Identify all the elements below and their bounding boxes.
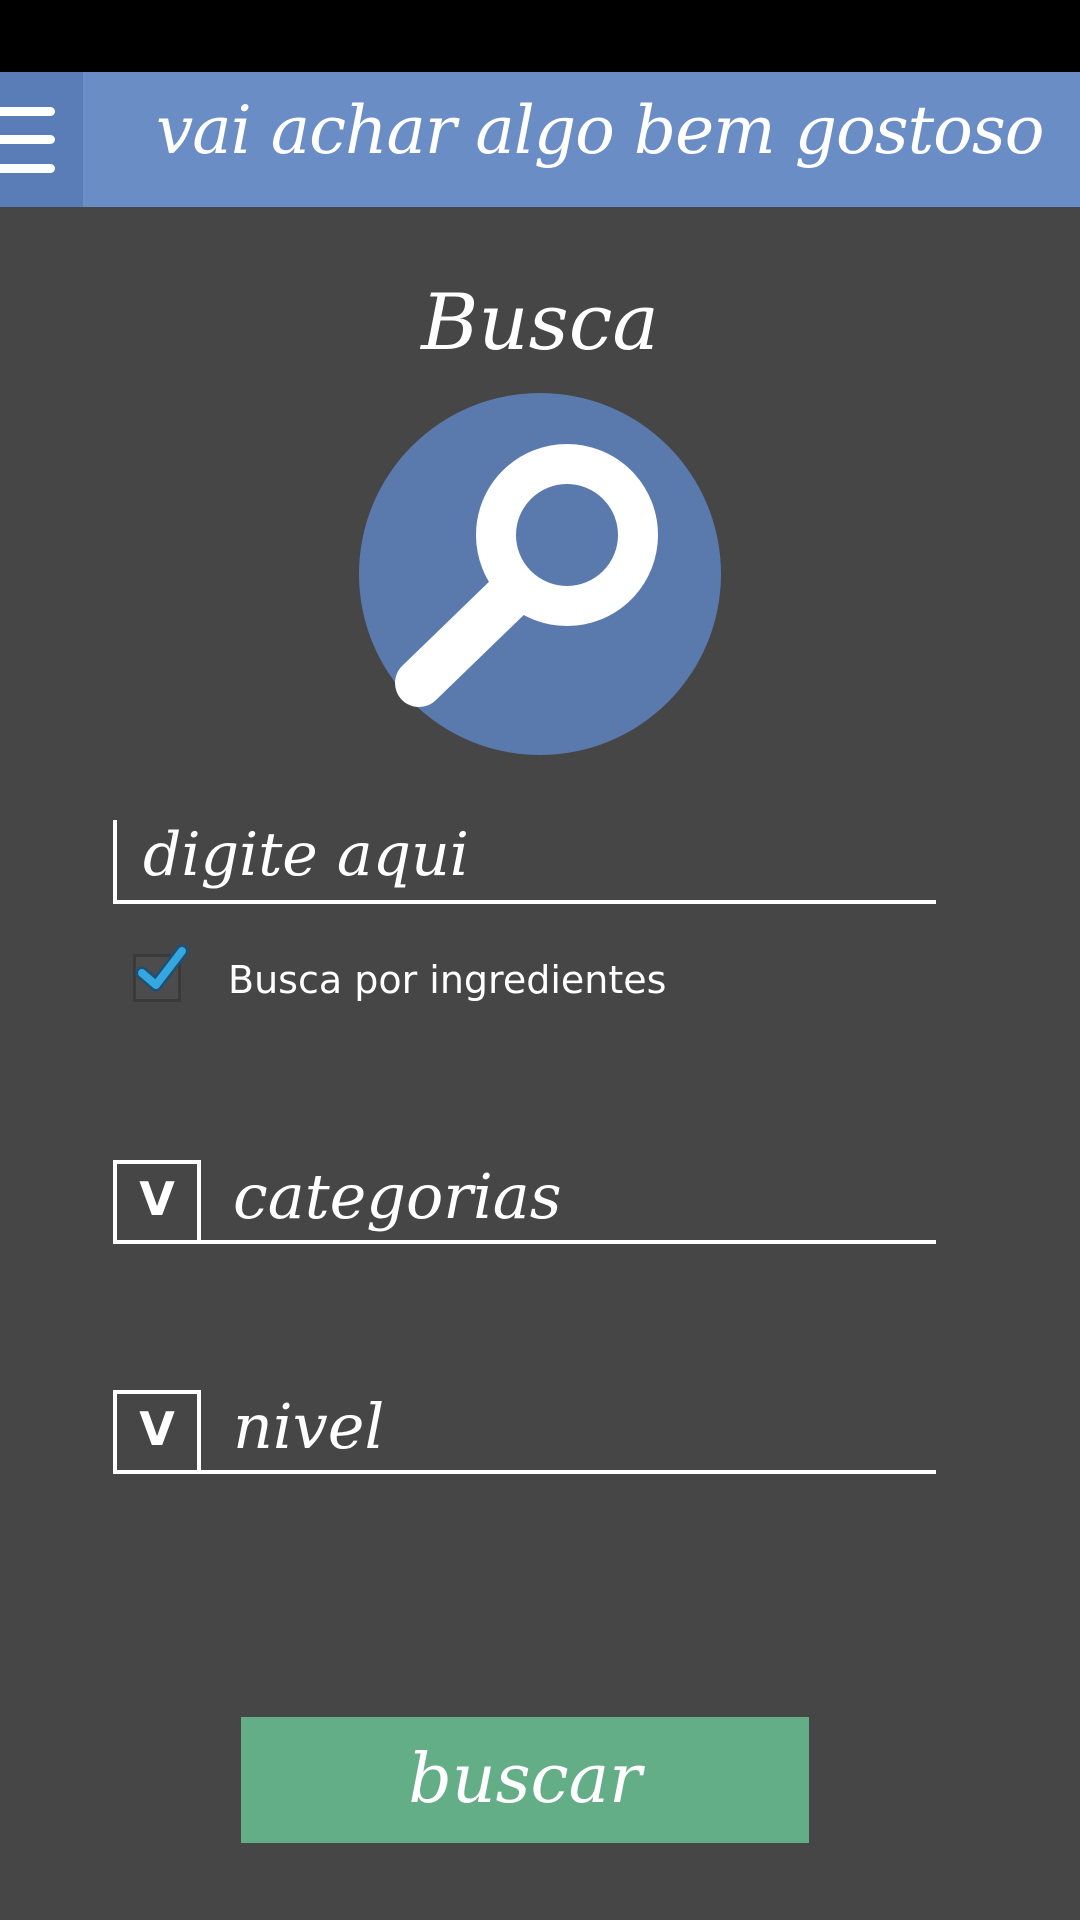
categories-dropdown[interactable]: V categorias — [113, 1160, 936, 1244]
categories-dropdown-label: categorias — [233, 1160, 562, 1233]
menu-line — [0, 135, 55, 144]
chevron-down-icon[interactable]: V — [113, 1390, 201, 1474]
chevron-glyph: V — [139, 1402, 175, 1456]
chevron-down-icon[interactable]: V — [113, 1160, 201, 1244]
app-bar: vai achar algo bem gostoso — [0, 72, 1080, 207]
page-title: Busca — [421, 278, 659, 368]
search-button-label: buscar — [408, 1740, 642, 1819]
search-button[interactable]: buscar — [241, 1717, 809, 1843]
level-dropdown-label: nivel — [233, 1390, 385, 1463]
search-hero-circle — [359, 393, 721, 755]
ingredient-checkbox[interactable] — [133, 944, 189, 1002]
ingredient-checkbox-label: Busca por ingredientes — [228, 958, 667, 1002]
status-bar — [0, 0, 1080, 72]
hamburger-menu-icon[interactable] — [0, 72, 83, 207]
magnifier-icon — [395, 444, 658, 707]
level-dropdown[interactable]: V nivel — [113, 1390, 936, 1474]
app-screen: vai achar algo bem gostoso Busca digite … — [0, 0, 1080, 1920]
menu-line — [0, 164, 55, 173]
menu-line — [0, 107, 55, 116]
search-placeholder: digite aqui — [143, 820, 469, 890]
checkmark-icon — [135, 944, 189, 992]
app-title: vai achar algo bem gostoso — [156, 92, 1044, 169]
chevron-glyph: V — [139, 1172, 175, 1226]
search-input[interactable]: digite aqui — [113, 820, 936, 904]
